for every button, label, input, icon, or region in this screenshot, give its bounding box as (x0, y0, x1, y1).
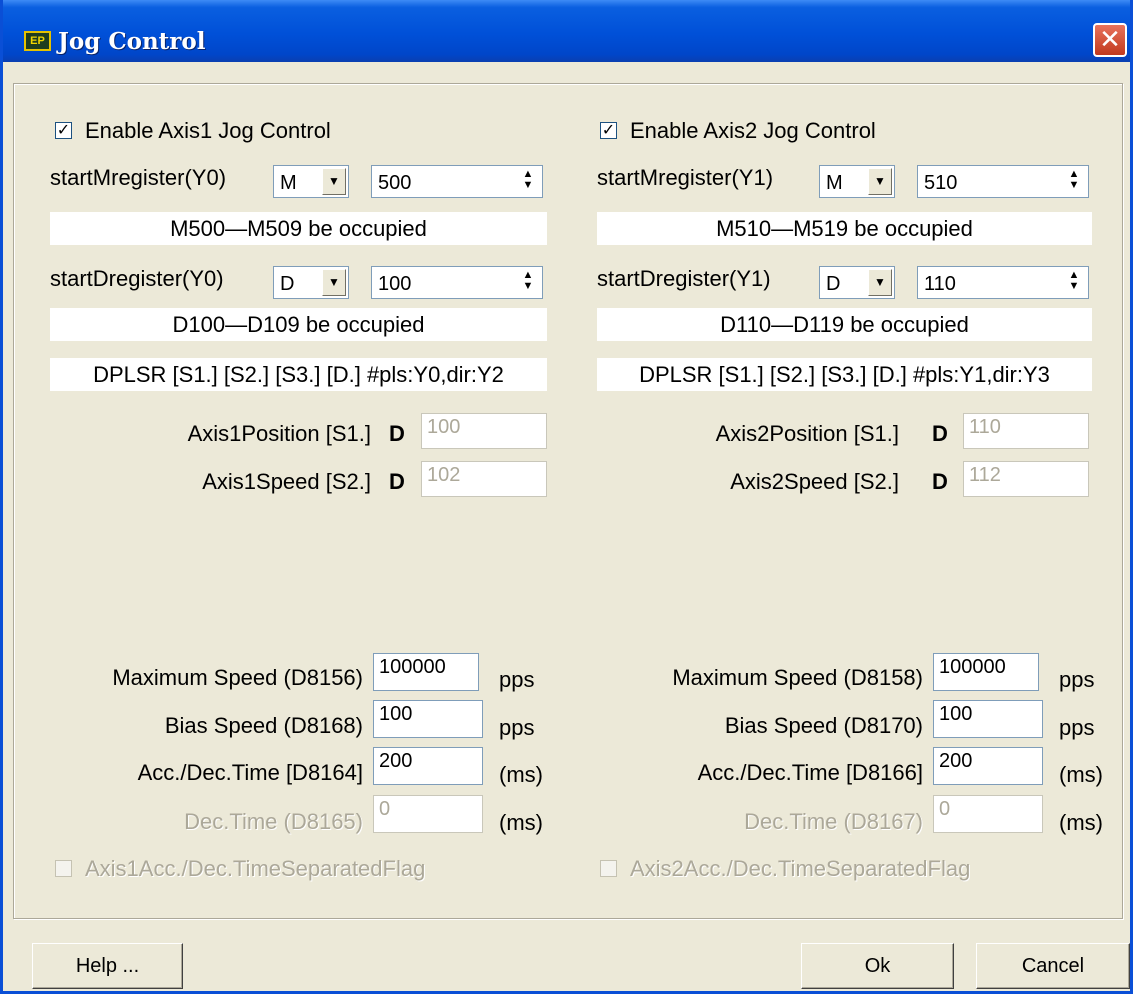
axis1-start-m-value: 500 (378, 172, 412, 194)
spinner-arrows-icon[interactable]: ▲ ▼ (517, 169, 539, 194)
axis2-speed-label: Axis2Speed [S2.] (730, 469, 899, 494)
axis2-start-d-value: 110 (924, 273, 956, 295)
axis1-speed-label: Axis1Speed [S2.] (202, 469, 371, 494)
chevron-down-icon[interactable]: ▼ (322, 269, 346, 296)
axis1-start-d-value: 100 (378, 273, 412, 295)
axis2-dec-time-label: Dec.Time (D8167) (744, 809, 923, 834)
enable-axis2-label: Enable Axis2 Jog Control (630, 118, 876, 143)
axis1-dec-time-unit: (ms) (499, 810, 543, 835)
axis1-start-m-label: startMregister(Y0) (50, 165, 227, 190)
axis1-dec-time-label: Dec.Time (D8165) (184, 809, 363, 834)
jog-control-dialog: EP Jog Control ✕ ✓ Enable Axis1 Jog Cont… (0, 0, 1133, 994)
close-icon: ✕ (1099, 24, 1121, 54)
axis2-bias-speed-unit: pps (1059, 715, 1095, 740)
chevron-down-icon[interactable]: ▼ (322, 168, 346, 195)
check-icon: ✓ (601, 122, 616, 139)
chevron-down-icon[interactable]: ▼ (868, 269, 892, 296)
axis1-position-field: 100 (421, 413, 547, 449)
ok-button[interactable]: Ok (801, 943, 954, 989)
spinner-arrows-icon[interactable]: ▲ ▼ (1063, 270, 1085, 295)
axis2-max-speed-input[interactable]: 100000 (933, 653, 1039, 691)
cancel-button[interactable]: Cancel (976, 943, 1130, 989)
axis2-instruction-text: DPLSR [S1.] [S2.] [S3.] [D.] #pls:Y1,dir… (597, 358, 1092, 391)
axis2-start-m-label: startMregister(Y1) (597, 165, 774, 190)
axis1-start-m-type-value: M (280, 172, 297, 194)
axis2-bias-speed-label: Bias Speed (D8170) (724, 713, 923, 738)
axis2-start-d-type-select[interactable]: D ▼ (819, 266, 895, 299)
axis2-start-m-value: 510 (924, 172, 958, 194)
axis2-dec-time-input: 0 (933, 795, 1043, 833)
axis2-start-d-label: startDregister(Y1) (597, 266, 771, 291)
axis2-speed-field: 112 (963, 461, 1089, 497)
axis2-d-occupied-text: D110—D119 be occupied (597, 308, 1092, 341)
axis1-start-d-label: startDregister(Y0) (50, 266, 224, 291)
axis2-separated-flag-label: Axis2Acc./Dec.TimeSeparatedFlag (630, 856, 971, 881)
enable-axis1-label: Enable Axis1 Jog Control (85, 118, 331, 143)
axis1-start-m-type-select[interactable]: M ▼ (273, 165, 349, 198)
axis2-position-label: Axis2Position [S1.] (715, 421, 899, 446)
settings-panel (13, 83, 1123, 919)
axis1-start-d-type-select[interactable]: D ▼ (273, 266, 349, 299)
axis1-d-occupied-text: D100—D109 be occupied (50, 308, 547, 341)
spinner-arrows-icon[interactable]: ▲ ▼ (1063, 169, 1085, 194)
axis1-separated-flag-label: Axis1Acc./Dec.TimeSeparatedFlag (85, 856, 426, 881)
axis2-acc-time-input[interactable]: 200 (933, 747, 1043, 785)
axis2-max-speed-unit: pps (1059, 667, 1095, 692)
axis1-speed-prefix: D (389, 469, 405, 494)
axis1-start-m-value-spinner[interactable]: 500 ▲ ▼ (371, 165, 543, 198)
axis1-start-d-type-value: D (280, 273, 295, 295)
axis1-dec-time-input: 0 (373, 795, 483, 833)
axis2-position-prefix: D (932, 421, 948, 446)
axis2-bias-speed-input[interactable]: 100 (933, 700, 1043, 738)
axis1-max-speed-label: Maximum Speed (D8156) (112, 665, 363, 690)
axis2-m-occupied-text: M510—M519 be occupied (597, 212, 1092, 245)
axis1-bias-speed-label: Bias Speed (D8168) (164, 713, 363, 738)
help-button[interactable]: Help ... (32, 943, 183, 989)
axis2-position-field: 110 (963, 413, 1089, 449)
axis2-acc-time-unit: (ms) (1059, 762, 1103, 787)
axis2-start-d-type-value: D (826, 273, 841, 295)
axis1-acc-time-input[interactable]: 200 (373, 747, 483, 785)
axis1-bias-speed-input[interactable]: 100 (373, 700, 483, 738)
axis1-speed-field: 102 (421, 461, 547, 497)
axis1-position-prefix: D (389, 421, 405, 446)
axis1-acc-time-label: Acc./Dec.Time [D8164] (137, 760, 363, 785)
axis1-separated-flag-checkbox (55, 860, 72, 877)
axis1-bias-speed-unit: pps (499, 715, 535, 740)
axis1-acc-time-unit: (ms) (499, 762, 543, 787)
axis2-max-speed-label: Maximum Speed (D8158) (672, 665, 923, 690)
enable-axis1-checkbox[interactable]: ✓ (55, 122, 72, 139)
axis1-max-speed-unit: pps (499, 667, 535, 692)
axis2-speed-prefix: D (932, 469, 948, 494)
window-title: Jog Control (58, 28, 206, 55)
axis2-start-m-type-select[interactable]: M ▼ (819, 165, 895, 198)
axis1-m-occupied-text: M500—M509 be occupied (50, 212, 547, 245)
axis1-max-speed-input[interactable]: 100000 (373, 653, 479, 691)
axis2-dec-time-unit: (ms) (1059, 810, 1103, 835)
axis1-start-d-value-spinner[interactable]: 100 ▲ ▼ (371, 266, 543, 299)
spinner-arrows-icon[interactable]: ▲ ▼ (517, 270, 539, 295)
chevron-down-icon[interactable]: ▼ (868, 168, 892, 195)
axis2-acc-time-label: Acc./Dec.Time [D8166] (697, 760, 923, 785)
axis1-instruction-text: DPLSR [S1.] [S2.] [S3.] [D.] #pls:Y0,dir… (50, 358, 547, 391)
axis2-separated-flag-checkbox (600, 860, 617, 877)
axis1-position-label: Axis1Position [S1.] (187, 421, 371, 446)
app-icon: EP (24, 31, 51, 51)
title-bar: EP Jog Control ✕ (3, 0, 1130, 62)
close-button[interactable]: ✕ (1093, 23, 1127, 57)
axis2-start-m-type-value: M (826, 172, 843, 194)
enable-axis2-checkbox[interactable]: ✓ (600, 122, 617, 139)
axis2-start-m-value-spinner[interactable]: 510 ▲ ▼ (917, 165, 1089, 198)
axis2-start-d-value-spinner[interactable]: 110 ▲ ▼ (917, 266, 1089, 299)
check-icon: ✓ (56, 122, 71, 139)
